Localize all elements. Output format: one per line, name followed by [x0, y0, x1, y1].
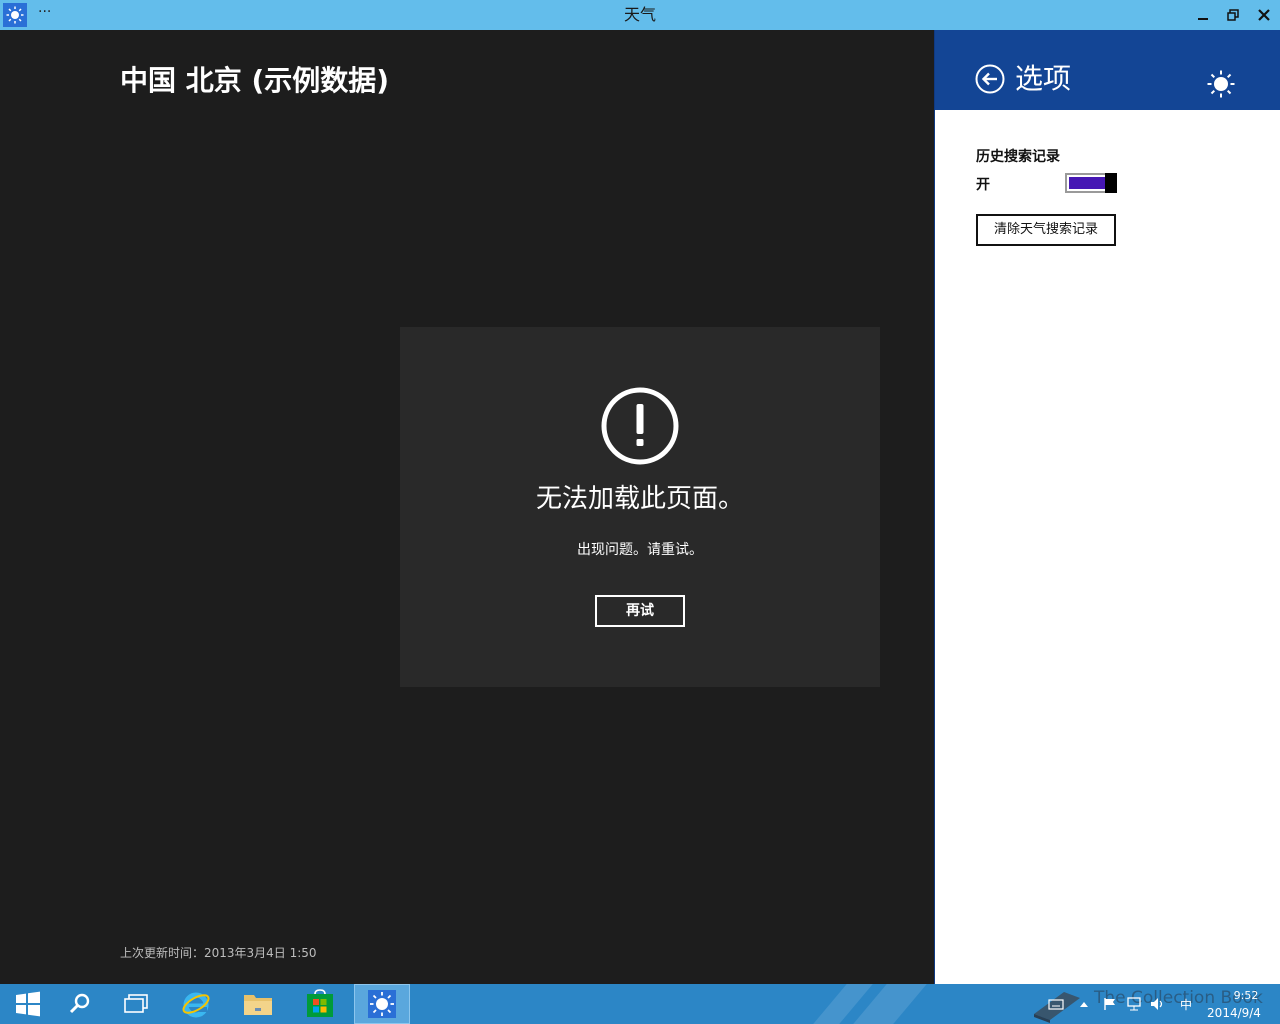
toggle-fill [1069, 177, 1105, 189]
network-icon[interactable] [1126, 996, 1142, 1012]
restore-icon [1227, 9, 1239, 21]
settings-pane-header: 选项 [935, 30, 1280, 110]
clear-search-history-button[interactable]: 清除天气搜索记录 [976, 214, 1116, 246]
clock-date[interactable]: 2014/9/4 [1200, 1006, 1268, 1021]
internet-explorer-icon [182, 992, 210, 1018]
toggle-state-label: 开 [976, 177, 990, 193]
show-hidden-icons-chevron-icon[interactable] [1076, 996, 1092, 1012]
sun-icon [1207, 70, 1235, 98]
close-icon [1258, 9, 1270, 21]
back-arrow-icon[interactable] [975, 64, 1005, 94]
error-title: 无法加载此页面。 [535, 484, 744, 514]
exclamation-circle-icon [601, 387, 679, 465]
settings-pane-title: 选项 [1015, 62, 1072, 95]
file-explorer-button[interactable] [230, 984, 286, 1024]
last-update-text: 上次更新时间：2013年3月4日 1:50 [120, 946, 317, 960]
keyboard-icon[interactable] [1048, 996, 1064, 1012]
search-button[interactable] [52, 984, 108, 1024]
action-center-flag-icon[interactable] [1102, 996, 1118, 1012]
taskbar: The Collection Book 中 9:52 2014/9/4 [0, 984, 1280, 1024]
location-title: 中国 北京 (示例数据) [120, 64, 390, 97]
title-bar: ··· 天气 [0, 0, 1280, 30]
weather-main: 中国 北京 (示例数据) 无法加载此页面。 出现问题。请重试。 再试 上次更新时… [0, 30, 934, 984]
clock-time[interactable]: 9:52 [1216, 989, 1276, 1003]
volume-icon[interactable] [1150, 996, 1166, 1012]
window-title: 天气 [623, 5, 656, 24]
ime-indicator[interactable]: 中 [1178, 996, 1194, 1012]
store-button[interactable] [292, 984, 348, 1024]
weather-taskbar-button[interactable] [354, 984, 410, 1024]
weather-sun-icon [368, 990, 396, 1018]
settings-pane: 选项 历史搜索记录 开 清除天气搜索记录 [934, 30, 1280, 984]
minimize-button[interactable] [1192, 5, 1214, 25]
store-icon [307, 989, 333, 1017]
search-history-toggle[interactable] [1065, 173, 1117, 193]
retry-button[interactable]: 再试 [595, 595, 685, 627]
restore-button[interactable] [1222, 5, 1244, 25]
minimize-icon [1198, 18, 1208, 20]
search-icon [69, 993, 90, 1014]
search-history-label: 历史搜索记录 [976, 149, 1060, 165]
close-button[interactable] [1253, 5, 1275, 25]
toggle-thumb[interactable] [1105, 173, 1117, 193]
task-view-icon [124, 994, 148, 1013]
error-panel: 无法加载此页面。 出现问题。请重试。 再试 [400, 327, 880, 687]
start-button[interactable] [0, 984, 56, 1024]
internet-explorer-button[interactable] [168, 984, 224, 1024]
task-view-button[interactable] [108, 984, 164, 1024]
windows-logo-icon [16, 991, 40, 1017]
error-message: 出现问题。请重试。 [577, 542, 703, 558]
folder-icon [244, 995, 272, 1015]
